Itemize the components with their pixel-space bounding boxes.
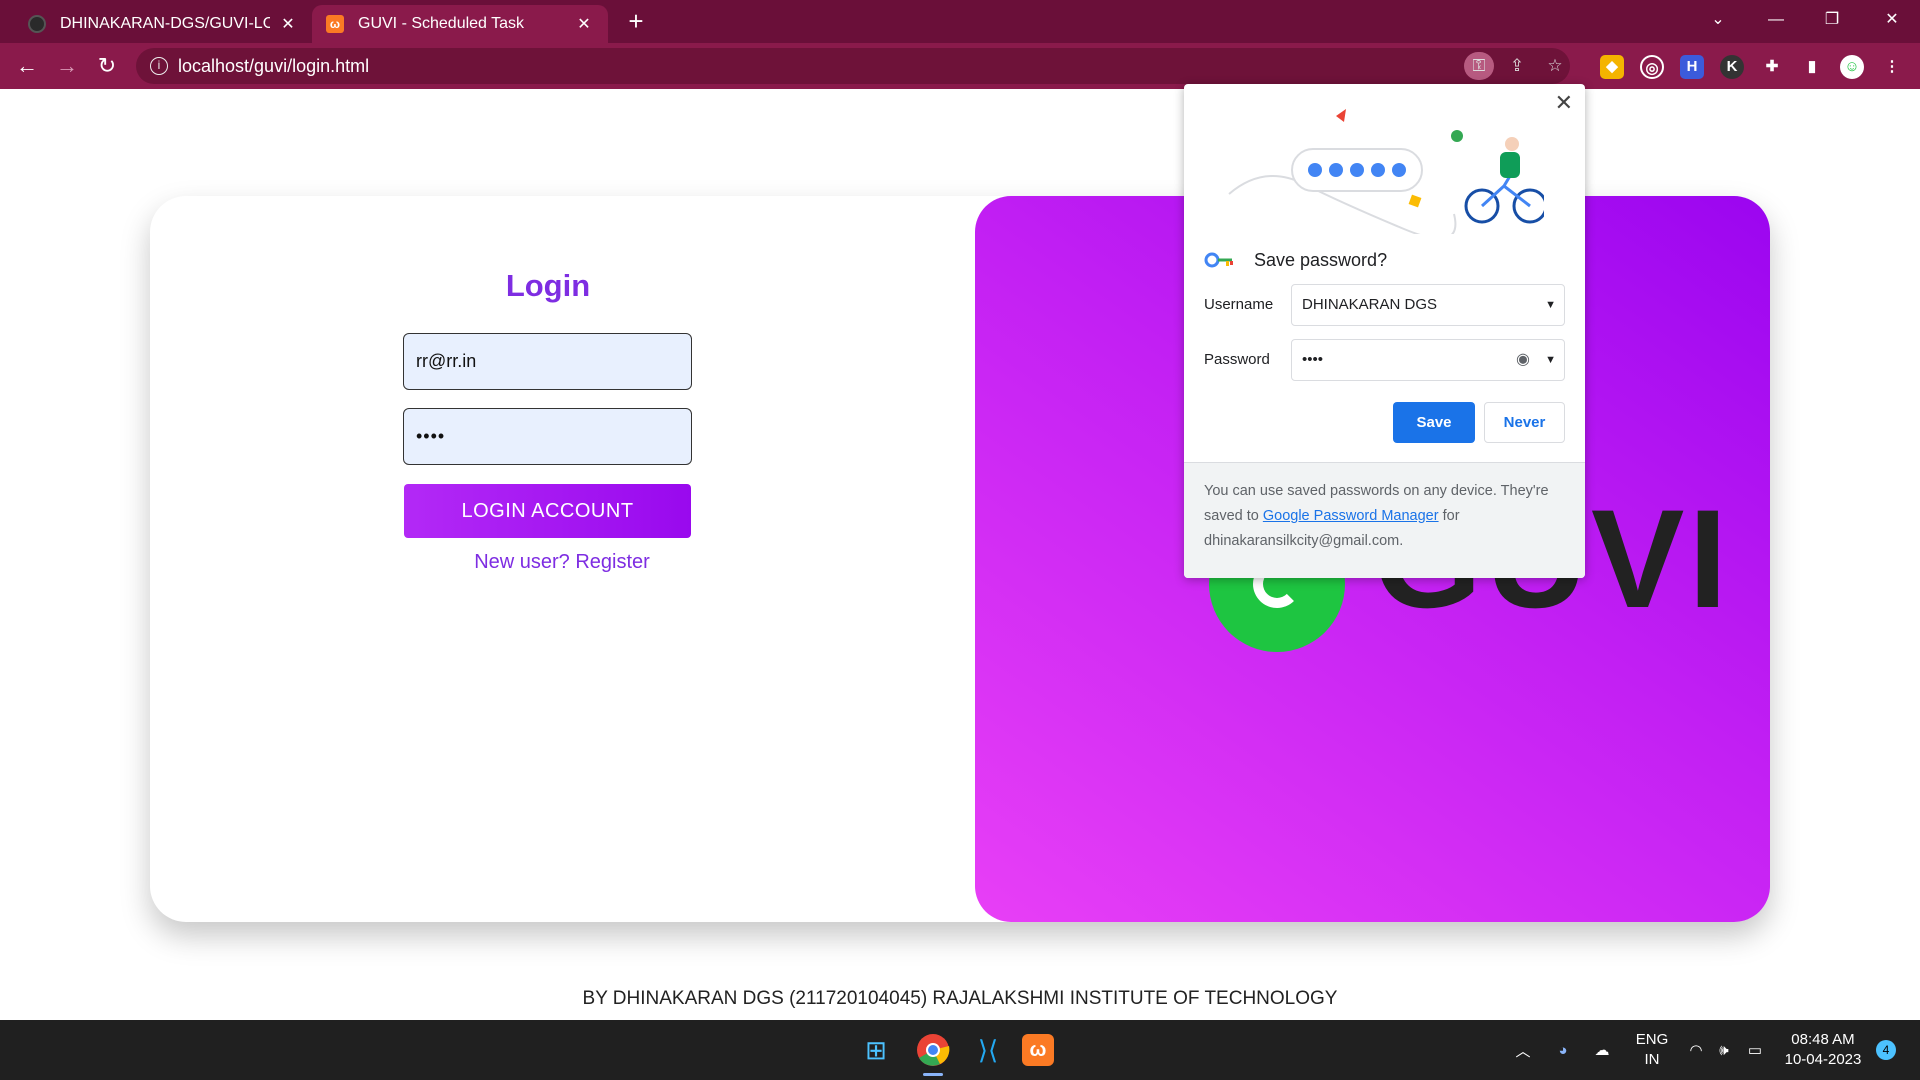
notification-badge: 4 xyxy=(1876,1040,1896,1060)
register-link[interactable]: New user? Register xyxy=(430,551,694,574)
tab-guvi[interactable]: ω GUVI - Scheduled Task ✕ xyxy=(312,5,608,43)
xampp-icon: ω xyxy=(326,15,344,33)
restore-icon[interactable]: ❐ xyxy=(1804,0,1860,40)
password-illustration xyxy=(1228,109,1544,234)
tab-close-icon[interactable]: ✕ xyxy=(574,14,594,34)
password-label: Password xyxy=(1204,351,1270,368)
language-top: ENG xyxy=(1635,1031,1669,1048)
xampp-taskbar-icon[interactable]: ω xyxy=(1022,1034,1054,1066)
start-windows-icon[interactable]: ⊞ xyxy=(856,1030,896,1070)
side-panel-icon[interactable]: ▮ xyxy=(1800,55,1824,79)
dropdown-arrow-icon[interactable]: ▼ xyxy=(1545,340,1556,380)
username-value: DHINAKARAN DGS xyxy=(1302,296,1438,313)
tab-close-icon[interactable]: ✕ xyxy=(278,14,298,34)
clock-date: 10-04-2023 xyxy=(1784,1051,1862,1068)
login-heading: Login xyxy=(505,268,591,303)
email-field[interactable] xyxy=(403,333,692,390)
show-hidden-icons-chevron-icon[interactable]: ︿ xyxy=(1508,1020,1538,1080)
chat-bubble-icon[interactable]: ◕ xyxy=(1548,1020,1578,1080)
github-icon xyxy=(28,15,46,33)
close-window-icon[interactable]: ✕ xyxy=(1864,0,1920,40)
bookmark-star-icon[interactable]: ☆ xyxy=(1540,52,1570,80)
password-value: •••• xyxy=(1302,351,1324,368)
clock[interactable]: 08:48 AM 10-04-2023 xyxy=(1778,1020,1868,1080)
vscode-taskbar-icon[interactable]: ⟩⟨ xyxy=(968,1030,1008,1070)
minimize-icon[interactable]: — xyxy=(1748,0,1804,40)
reload-icon[interactable]: ↻ xyxy=(92,51,122,81)
never-button[interactable]: Never xyxy=(1484,402,1565,443)
tab-search-icon[interactable]: ⌄ xyxy=(1690,0,1746,40)
save-password-dialog: ✕ Save password? Username DHINAKARAN DGS… xyxy=(1184,84,1585,578)
google-key-icon xyxy=(1204,252,1233,268)
username-select[interactable]: DHINAKARAN DGS ▼ xyxy=(1291,284,1565,326)
volume-icon[interactable]: 🕪 xyxy=(1712,1020,1736,1080)
address-bar[interactable]: i localhost/guvi/login.html ⚿ ⇪ ☆ xyxy=(136,48,1570,84)
clock-time: 08:48 AM xyxy=(1791,1031,1855,1048)
battery-icon[interactable]: ▭ xyxy=(1742,1020,1768,1080)
wifi-icon[interactable]: ◠ xyxy=(1684,1020,1708,1080)
tab-github[interactable]: DHINAKARAN-DGS/GUVI-LOGIN ✕ xyxy=(14,5,312,43)
close-icon[interactable]: ✕ xyxy=(1555,90,1573,116)
tab-title: GUVI - Scheduled Task xyxy=(358,15,525,32)
new-tab-button[interactable]: + xyxy=(622,5,650,37)
onedrive-offline-icon[interactable]: ☁ xyxy=(1586,1020,1618,1080)
language-indicator[interactable]: ENG IN xyxy=(1630,1020,1674,1080)
forward-icon[interactable]: → xyxy=(52,51,82,81)
share-icon[interactable]: ⇪ xyxy=(1502,52,1532,80)
login-button[interactable]: LOGIN ACCOUNT xyxy=(404,484,691,538)
menu-kebab-icon[interactable]: ⋮ xyxy=(1880,55,1904,79)
extension-k-icon[interactable]: K xyxy=(1720,55,1744,79)
dialog-title: Save password? xyxy=(1254,250,1388,270)
extensions-puzzle-icon[interactable]: ✚ xyxy=(1760,55,1784,79)
tab-title: DHINAKARAN-DGS/GUVI-LOGIN xyxy=(60,15,270,32)
username-label: Username xyxy=(1204,296,1274,313)
profile-avatar-icon[interactable]: ☺ xyxy=(1840,55,1864,79)
chrome-taskbar-icon[interactable] xyxy=(913,1030,953,1070)
page-footer: BY DHINAKARAN DGS (211720104045) RAJALAK… xyxy=(582,988,1338,1009)
password-field[interactable] xyxy=(403,408,692,465)
language-bottom: IN xyxy=(1644,1051,1660,1068)
dialog-footer: You can use saved passwords on any devic… xyxy=(1184,462,1585,578)
notification-center[interactable]: 4 xyxy=(1874,1020,1898,1080)
browser-toolbar: ← → ↻ i localhost/guvi/login.html ⚿ ⇪ ☆ … xyxy=(0,43,1920,89)
password-manager-link[interactable]: Google Password Manager xyxy=(1263,508,1439,524)
extension-target-icon[interactable]: ◎ xyxy=(1640,55,1664,79)
password-select[interactable]: •••• ◉ ▼ xyxy=(1291,339,1565,381)
back-icon[interactable]: ← xyxy=(12,51,42,81)
dropdown-arrow-icon[interactable]: ▼ xyxy=(1545,285,1556,325)
extension-h-icon[interactable]: H xyxy=(1680,55,1704,79)
save-button[interactable]: Save xyxy=(1393,402,1475,443)
extension-color-icon[interactable]: ◆ xyxy=(1600,55,1624,79)
url-text: localhost/guvi/login.html xyxy=(178,56,370,76)
active-app-indicator xyxy=(923,1073,943,1076)
windows-taskbar: ⊞ ⟩⟨ ω ︿ ◕ ☁ ENG IN ◠ 🕪 ▭ 08:48 AM 10-04… xyxy=(0,1020,1920,1080)
browser-tab-strip: DHINAKARAN-DGS/GUVI-LOGIN ✕ ω GUVI - Sch… xyxy=(0,0,1920,43)
key-icon[interactable]: ⚿ xyxy=(1464,52,1494,80)
show-password-eye-icon[interactable]: ◉ xyxy=(1516,340,1530,380)
site-info-icon[interactable]: i xyxy=(150,57,168,75)
